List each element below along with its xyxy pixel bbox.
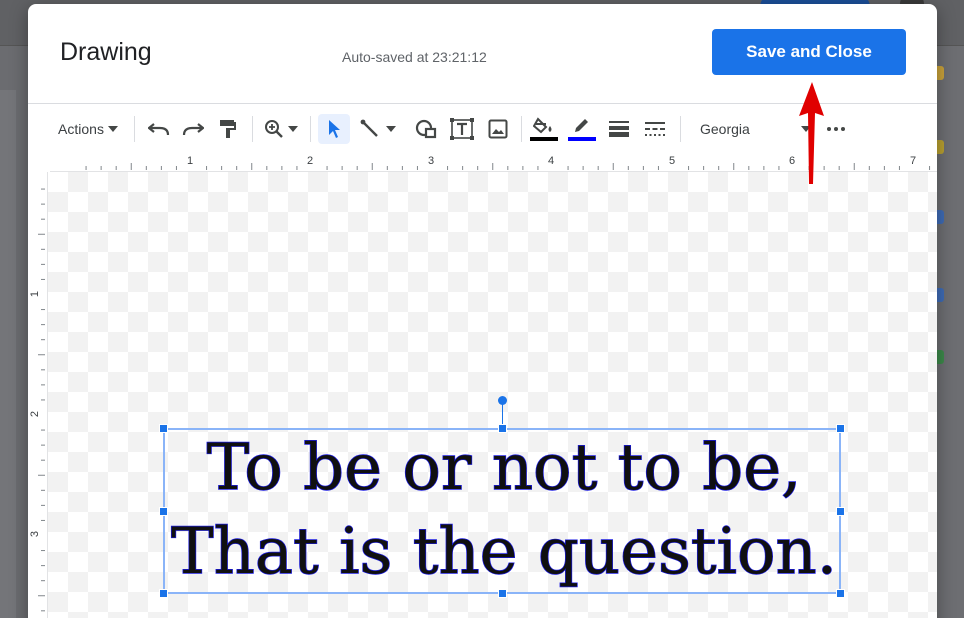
- resize-handle-bottom-right[interactable]: [836, 589, 845, 598]
- line-dash-button[interactable]: [639, 114, 671, 144]
- ruler-number: 4: [548, 155, 555, 167]
- actions-label: Actions: [58, 121, 104, 137]
- ruler-number: 1: [187, 155, 194, 167]
- resize-handle-right[interactable]: [836, 507, 845, 516]
- toolbar-divider: [134, 116, 135, 142]
- actions-menu[interactable]: Actions: [52, 114, 124, 144]
- text-line-2: That is the question.: [170, 515, 838, 589]
- rotate-handle[interactable]: [498, 396, 507, 405]
- dialog-title: Drawing: [60, 38, 152, 66]
- toolbar-divider: [680, 116, 681, 142]
- line-tool-button[interactable]: [356, 114, 400, 144]
- image-button[interactable]: [482, 114, 514, 144]
- shape-tool-button[interactable]: [410, 114, 442, 144]
- resize-handle-top-left[interactable]: [159, 424, 168, 433]
- resize-handle-left[interactable]: [159, 507, 168, 516]
- font-name: Georgia: [700, 121, 750, 137]
- toolbar-divider: [310, 116, 311, 142]
- select-tool-button[interactable]: [318, 114, 350, 144]
- ruler-number: 2: [307, 155, 314, 167]
- background-left-ruler: [0, 90, 16, 618]
- redo-button[interactable]: [178, 114, 208, 144]
- fill-bucket-icon: [533, 117, 552, 134]
- background-right-panel: [937, 46, 964, 618]
- toolbar-divider: [252, 116, 253, 142]
- drawing-canvas[interactable]: To be or not to be, That is the question…: [48, 172, 937, 618]
- undo-icon: [148, 123, 170, 136]
- chevron-down-icon: [386, 126, 396, 132]
- image-icon: [488, 119, 508, 139]
- ruler-number: 5: [669, 155, 676, 167]
- line-weight-icon: [609, 121, 629, 137]
- ruler-number: 2: [29, 410, 42, 418]
- paint-format-button[interactable]: [213, 114, 243, 144]
- annotation-arrow-icon: [799, 82, 824, 184]
- paint-format-icon: [220, 120, 236, 138]
- fill-color-swatch: [530, 137, 558, 141]
- ruler-number: 1: [29, 290, 42, 298]
- vertical-ruler-ticks: [38, 188, 45, 612]
- toolbar-divider: [521, 116, 522, 142]
- chevron-down-icon: [107, 126, 118, 132]
- undo-button[interactable]: [144, 114, 174, 144]
- line-color-button[interactable]: [566, 114, 598, 144]
- shapes-icon: [415, 119, 437, 139]
- chevron-down-icon: [288, 126, 298, 132]
- cursor-arrow-icon: [329, 120, 340, 138]
- ruler-number: 7: [910, 155, 917, 167]
- pencil-icon: [575, 119, 588, 132]
- redo-icon: [182, 123, 204, 136]
- resize-handle-top-right[interactable]: [836, 424, 845, 433]
- line-dash-icon: [645, 122, 665, 136]
- vertical-ruler: 1 2 3: [28, 172, 48, 618]
- text-box-icon: [450, 118, 474, 140]
- autosave-status: Auto-saved at 23:21:12: [342, 49, 487, 65]
- ruler-number: 3: [29, 530, 42, 538]
- line-icon: [360, 119, 378, 137]
- ruler-number: 3: [428, 155, 435, 167]
- zoom-button[interactable]: [260, 114, 302, 144]
- save-and-close-button[interactable]: Save and Close: [712, 29, 906, 75]
- resize-handle-bottom-left[interactable]: [159, 589, 168, 598]
- text-box-button[interactable]: [446, 114, 478, 144]
- selected-text-box[interactable]: To be or not to be, That is the question…: [159, 396, 845, 598]
- line-weight-button[interactable]: [603, 114, 635, 144]
- line-color-swatch: [568, 137, 596, 141]
- fill-color-button[interactable]: [528, 114, 560, 144]
- resize-handle-bottom[interactable]: [498, 589, 507, 598]
- text-line-1: To be or not to be,: [206, 431, 802, 505]
- zoom-in-icon: [265, 120, 283, 138]
